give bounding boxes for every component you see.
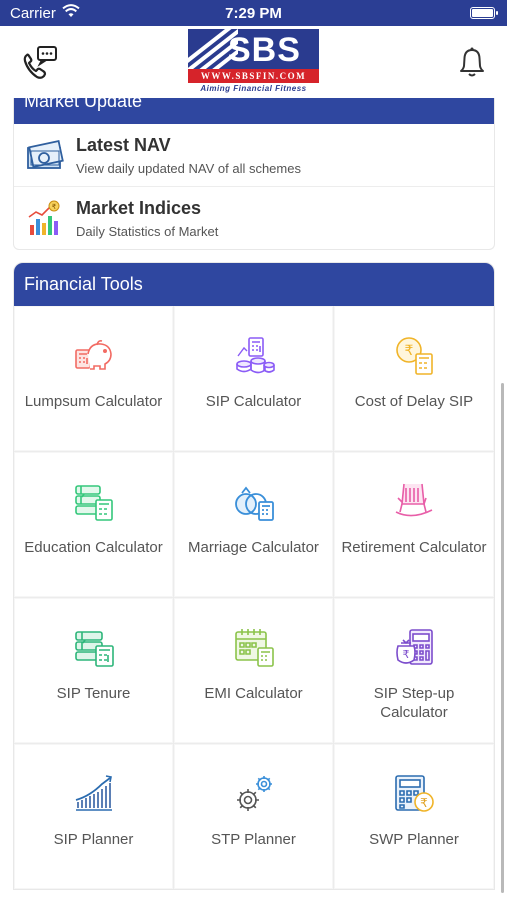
logo-url: WWW.SBSFIN.COM — [188, 69, 319, 83]
market-update-card: Market Update Latest NAV View daily upda… — [13, 98, 495, 250]
tool-retirement-calculator[interactable]: Retirement Calculator — [334, 452, 494, 598]
tool-label: SIP Planner — [53, 831, 134, 848]
tool-sip-calculator[interactable]: SIP Calculator — [174, 306, 334, 452]
rupee-coin-icon: ₹ — [392, 334, 436, 378]
market-update-header: Market Update — [14, 98, 494, 124]
books-icon — [72, 480, 116, 524]
tool-label: Marriage Calculator — [188, 539, 319, 556]
svg-text:₹: ₹ — [52, 203, 57, 211]
sbs-logo: SBS WWW.SBSFIN.COM Aiming Financial Fitn… — [188, 29, 319, 95]
coins-icon — [232, 334, 276, 378]
calculator-rupee-icon: ₹ — [392, 772, 436, 816]
tool-lumpsum-calculator[interactable]: Lumpsum Calculator — [14, 306, 174, 452]
tool-stp-planner[interactable]: STP Planner — [174, 744, 334, 889]
tool-label: EMI Calculator — [204, 685, 303, 702]
banknote-icon — [26, 136, 64, 174]
market-indices-title: Market Indices — [76, 198, 202, 218]
books-calculator-icon — [72, 626, 116, 670]
financial-tools-card: Financial Tools Lumpsum Calculator SIP C… — [13, 262, 495, 890]
growth-chart-icon — [72, 772, 116, 816]
svg-text:₹: ₹ — [403, 648, 410, 661]
scrollbar[interactable] — [501, 383, 504, 893]
market-item-market-indices[interactable]: ₹ Market Indices Daily Statistics of Mar… — [14, 187, 494, 249]
tool-education-calculator[interactable]: Education Calculator — [14, 452, 174, 598]
tool-label: SIP Tenure — [56, 685, 131, 702]
market-indices-subtitle: Daily Statistics of Market — [76, 224, 219, 239]
financial-tools-header: Financial Tools — [14, 263, 494, 306]
logo-tagline: Aiming Financial Fitness — [200, 84, 307, 93]
tool-label: Retirement Calculator — [341, 539, 487, 556]
tool-label: Cost of Delay SIP — [354, 393, 474, 410]
bell-icon[interactable] — [457, 46, 487, 80]
tool-label: SIP Step-up Calculator — [373, 685, 455, 721]
tool-sip-step-up-calculator[interactable]: ₹ SIP Step-up Calculator — [334, 598, 494, 744]
tools-grid: Lumpsum Calculator SIP Calculator ₹ Cost… — [14, 306, 494, 889]
tool-label: SWP Planner — [369, 831, 459, 848]
rupee-calculator-icon: ₹ — [392, 626, 436, 670]
tool-emi-calculator[interactable]: EMI Calculator — [174, 598, 334, 744]
chart-icon: ₹ — [26, 199, 64, 237]
tool-label: STP Planner — [211, 831, 296, 848]
gears-icon — [232, 772, 276, 816]
svg-text:₹: ₹ — [405, 343, 414, 359]
tool-label: SIP Calculator — [205, 393, 302, 410]
battery-icon — [470, 7, 498, 19]
market-update-title: Market Update — [24, 98, 143, 111]
logo-text: SBS — [228, 31, 301, 69]
tool-label: Lumpsum Calculator — [24, 393, 163, 410]
status-bar: Carrier 7:29 PM — [0, 0, 507, 26]
app-header: SBS WWW.SBSFIN.COM Aiming Financial Fitn… — [0, 26, 507, 98]
phone-chat-icon[interactable] — [18, 44, 60, 84]
tool-marriage-calculator[interactable]: Marriage Calculator — [174, 452, 334, 598]
calendar-icon — [232, 626, 276, 670]
tool-sip-tenure[interactable]: SIP Tenure — [14, 598, 174, 744]
latest-nav-subtitle: View daily updated NAV of all schemes — [76, 161, 301, 176]
tool-swp-planner[interactable]: ₹ SWP Planner — [334, 744, 494, 889]
tool-cost-of-delay-sip[interactable]: ₹ Cost of Delay SIP — [334, 306, 494, 452]
rings-icon — [232, 480, 276, 524]
tool-label: Education Calculator — [24, 539, 163, 556]
svg-text:₹: ₹ — [420, 796, 428, 810]
latest-nav-title: Latest NAV — [76, 135, 171, 155]
piggy-bank-icon — [72, 334, 116, 378]
status-time: 7:29 PM — [225, 5, 282, 22]
tool-sip-planner[interactable]: SIP Planner — [14, 744, 174, 889]
rocking-chair-icon — [392, 480, 436, 524]
market-item-latest-nav[interactable]: Latest NAV View daily updated NAV of all… — [14, 124, 494, 187]
